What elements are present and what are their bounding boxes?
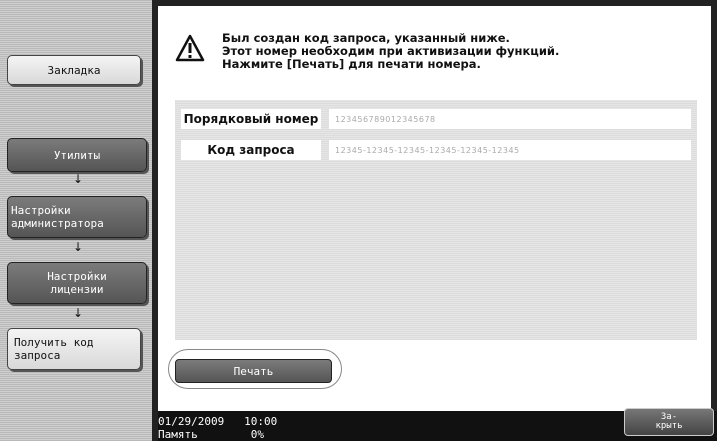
close-button[interactable]: За- крыть [624, 408, 714, 436]
serial-row: Порядковый номер 123456789012345678 [181, 109, 691, 129]
request-code-label: Код запроса [181, 140, 321, 160]
status-text: 01/29/2009 10:00 Память 0% [158, 415, 277, 441]
print-label: Печать [233, 364, 274, 378]
datetime: 01/29/2009 10:00 [158, 415, 278, 428]
get-request-code-button[interactable]: Получить код запроса [7, 328, 141, 370]
info-panel: Порядковый номер 123456789012345678 Код … [175, 100, 697, 340]
license-settings-label: Настройки лицензии [47, 270, 107, 296]
admin-settings-button[interactable]: Настройки администратора [7, 196, 147, 238]
get-request-code-label: Получить код запроса [14, 336, 94, 362]
warning-icon [175, 34, 205, 62]
bookmark-label: Закладка [47, 63, 101, 77]
top-frame [158, 0, 717, 6]
message-area: Был создан код запроса, указанный ниже. … [175, 28, 695, 88]
license-settings-button[interactable]: Настройки лицензии [7, 262, 147, 304]
bookmark-button[interactable]: Закладка [7, 55, 141, 85]
sidebar-divider [152, 0, 158, 441]
serial-label: Порядковый номер [181, 109, 321, 129]
request-code-value: 12345-12345-12345-12345-12345-12345 [329, 140, 691, 160]
utilities-button[interactable]: Утилиты [7, 138, 147, 172]
utilities-label: Утилиты [53, 148, 101, 162]
message-line-3: Нажмите [Печать] для печати номера. [222, 57, 481, 71]
arrow-down-icon: ↓ [73, 240, 84, 254]
message-text: Был создан код запроса, указанный ниже. … [222, 32, 559, 71]
serial-value: 123456789012345678 [329, 109, 691, 129]
close-label: За- крыть [655, 412, 683, 431]
right-frame [711, 0, 717, 411]
arrow-down-icon: ↓ [73, 306, 84, 320]
admin-settings-label: Настройки администратора [11, 204, 104, 230]
memory-status: Память 0% [158, 428, 264, 441]
request-code-row: Код запроса 12345-12345-12345-12345-1234… [181, 140, 691, 160]
print-button[interactable]: Печать [175, 359, 332, 383]
arrow-down-icon: ↓ [73, 172, 84, 186]
